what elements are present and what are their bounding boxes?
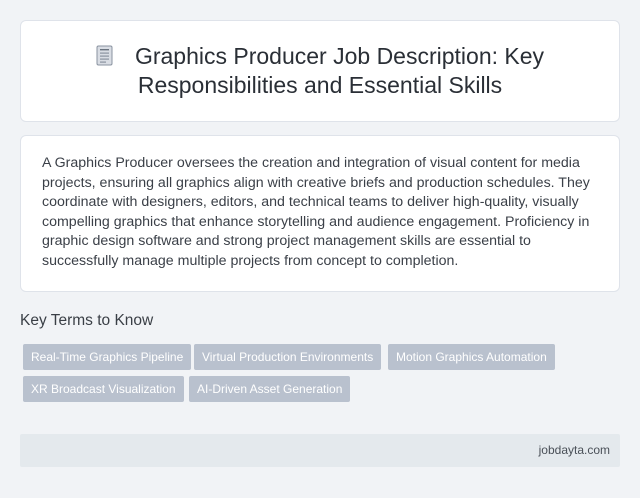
tag-xr-broadcast-visualization[interactable]: XR Broadcast Visualization: [23, 376, 184, 402]
description-text: A Graphics Producer oversees the creatio…: [42, 155, 590, 269]
page-title: Graphics Producer Job Description: Key R…: [21, 42, 619, 100]
document-icon: [96, 45, 113, 66]
page-title-text: Graphics Producer Job Description: Key R…: [134, 43, 545, 98]
description-card: A Graphics Producer oversees the creatio…: [20, 135, 620, 292]
tag-real-time-graphics-pipeline[interactable]: Real-Time Graphics Pipeline: [23, 344, 192, 370]
key-terms-heading: Key Terms to Know: [20, 312, 154, 329]
footer-bar: jobdayta.com: [20, 434, 620, 467]
tag-ai-driven-asset-generation[interactable]: AI-Driven Asset Generation: [189, 376, 351, 402]
footer-site-link[interactable]: jobdayta.com: [539, 443, 610, 457]
tag-motion-graphics-automation[interactable]: Motion Graphics Automation: [388, 344, 555, 370]
tag-virtual-production-environments[interactable]: Virtual Production Environments: [194, 344, 382, 370]
title-card: Graphics Producer Job Description: Key R…: [20, 20, 620, 122]
